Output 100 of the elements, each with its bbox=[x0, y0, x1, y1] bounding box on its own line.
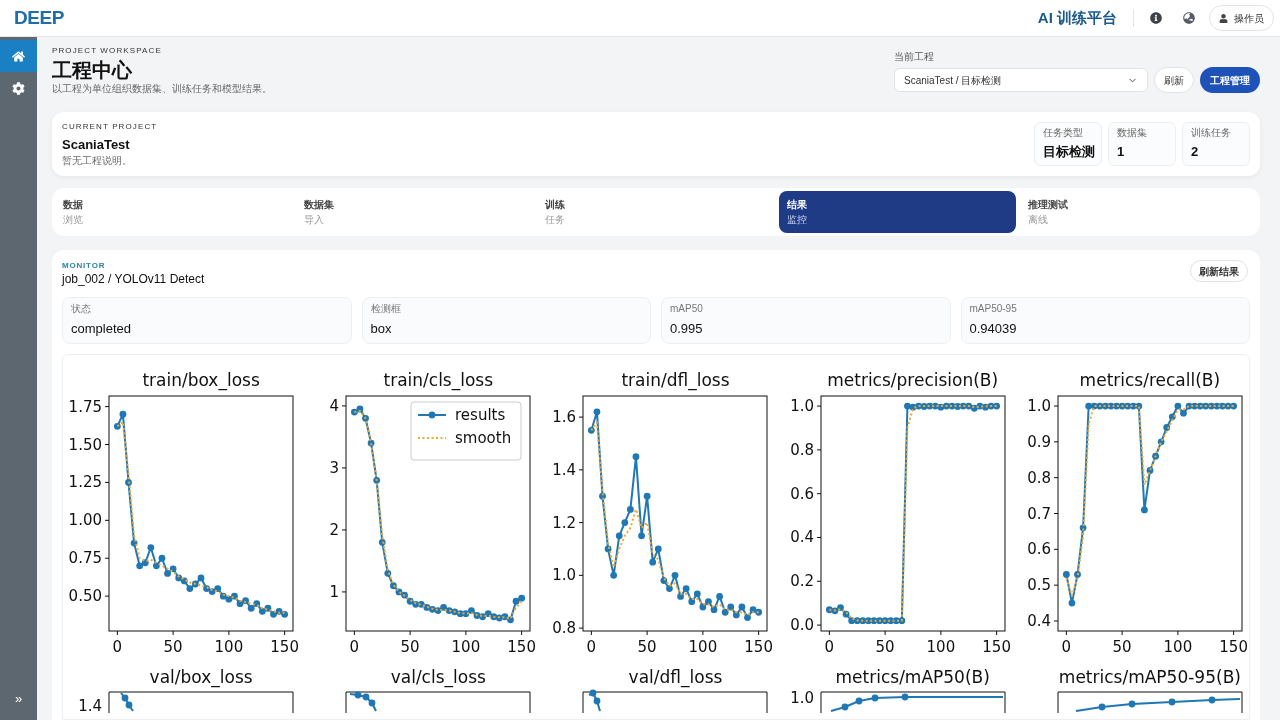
y-tick-label: 0.75 bbox=[68, 549, 102, 568]
y-tick-label: 1.0 bbox=[789, 397, 814, 416]
select-label: 当前工程 bbox=[894, 51, 935, 63]
plot-title: train/cls_loss bbox=[383, 369, 494, 391]
job-title: job_002 / YOLOv11 Detect bbox=[62, 271, 205, 288]
y-tick-label: 0.4 bbox=[789, 528, 814, 547]
y-tick-label: 1.0 bbox=[789, 689, 814, 707]
globe-icon[interactable] bbox=[1183, 12, 1195, 24]
metric-label: 检测框 bbox=[370, 303, 402, 315]
point bbox=[1062, 571, 1070, 578]
metric-value: box bbox=[370, 321, 393, 337]
y-tick-label: 0.4 bbox=[1026, 611, 1051, 630]
y-tick-label: 1.2 bbox=[552, 513, 577, 532]
point bbox=[258, 607, 266, 615]
y-tick-label: 0.50 bbox=[68, 587, 102, 606]
point bbox=[440, 604, 448, 611]
point bbox=[158, 554, 166, 562]
point bbox=[588, 426, 596, 434]
y-tick-label: 1 bbox=[329, 582, 340, 601]
point bbox=[683, 585, 690, 592]
card-eyebrow: CURRENT PROJECT bbox=[62, 121, 158, 133]
y-tick-label: 3 bbox=[329, 458, 340, 477]
app-logo[interactable]: DEEP bbox=[14, 3, 64, 33]
sidebar-item[interactable] bbox=[0, 40, 37, 72]
project-select[interactable]: ScaniaTest / 目标检测 bbox=[894, 68, 1148, 92]
plot-title: metrics/mAP50-95(B) bbox=[1058, 666, 1241, 688]
point bbox=[621, 519, 629, 526]
refresh-button[interactable]: 刷新 bbox=[1154, 67, 1194, 93]
x-tick-label: 50 bbox=[400, 638, 420, 656]
point bbox=[593, 408, 601, 416]
point bbox=[671, 571, 679, 579]
info-icon[interactable] bbox=[1150, 12, 1162, 24]
metric-value: completed bbox=[71, 321, 132, 337]
point bbox=[164, 569, 171, 577]
point bbox=[903, 402, 911, 410]
project-description: 暂无工程说明。 bbox=[62, 154, 133, 167]
point bbox=[694, 590, 702, 598]
plot-title: train/dfl_loss bbox=[621, 369, 730, 391]
y-tick-label: 1.4 bbox=[78, 697, 102, 713]
x-tick-label: 50 bbox=[637, 638, 658, 656]
point bbox=[716, 593, 724, 600]
point bbox=[610, 571, 618, 579]
stat-value: 1 bbox=[1117, 143, 1126, 161]
point bbox=[247, 604, 255, 612]
point bbox=[638, 532, 646, 540]
y-tick-label: 1.0 bbox=[552, 566, 577, 585]
x-tick-label: 100 bbox=[688, 638, 718, 656]
stat-label: 训练任务 bbox=[1191, 127, 1232, 139]
point bbox=[1085, 402, 1092, 410]
point bbox=[186, 585, 194, 592]
y-tick-label: 1.0 bbox=[1026, 397, 1051, 416]
x-tick-label: 0 bbox=[824, 638, 834, 656]
x-tick-label: 150 bbox=[1219, 638, 1248, 656]
x-tick-label: 150 bbox=[270, 638, 299, 656]
y-tick-label: 0.0 bbox=[789, 616, 814, 635]
project-manage-button[interactable]: 工程管理 bbox=[1200, 67, 1260, 93]
point bbox=[1179, 409, 1187, 417]
point bbox=[113, 422, 121, 430]
x-tick-label: 0 bbox=[1061, 638, 1071, 656]
point bbox=[655, 545, 663, 553]
plot-line-drawing bbox=[120, 692, 134, 712]
x-tick-label: 150 bbox=[507, 638, 537, 656]
metric-value: 0.94039 bbox=[969, 321, 1018, 337]
platform-title: AI 训练平台 bbox=[1037, 7, 1117, 28]
x-tick-label: 0 bbox=[349, 638, 360, 656]
point bbox=[649, 558, 657, 566]
x-tick-label: 0 bbox=[587, 638, 597, 656]
step-tab[interactable]: 结果 监控 bbox=[778, 191, 1016, 233]
point bbox=[616, 532, 624, 540]
point bbox=[632, 453, 640, 461]
legend-line-marker-icon bbox=[417, 411, 448, 419]
y-tick-label: 0.8 bbox=[552, 619, 577, 638]
point bbox=[1068, 599, 1076, 607]
point bbox=[214, 585, 222, 592]
home-icon bbox=[12, 49, 25, 63]
point bbox=[727, 603, 735, 611]
plot-title: val/box_loss bbox=[149, 666, 253, 688]
metric-label: mAP50-95 bbox=[969, 303, 1018, 315]
panel-eyebrow: MONITOR bbox=[62, 260, 107, 271]
plot-line-drawing bbox=[349, 691, 378, 712]
point bbox=[722, 608, 729, 616]
y-tick-label: 0.2 bbox=[789, 572, 814, 591]
point bbox=[119, 410, 127, 418]
metric-value: 0.995 bbox=[670, 321, 704, 337]
page-subtitle: 以工程为单位组织数据集、训练任务和模型结果。 bbox=[52, 83, 272, 95]
y-tick-label: 1.6 bbox=[552, 408, 577, 427]
point bbox=[512, 597, 520, 605]
x-tick-label: 100 bbox=[214, 638, 244, 656]
point bbox=[666, 585, 674, 592]
plot-title: val/dfl_loss bbox=[628, 666, 723, 688]
plot-line-drawing bbox=[588, 689, 602, 712]
y-tick-label: 1.00 bbox=[68, 511, 102, 530]
stat-value: 2 bbox=[1191, 143, 1200, 161]
refresh-results-button[interactable]: 刷新结果 bbox=[1190, 260, 1248, 282]
expand-sidebar-button[interactable]: » bbox=[10, 692, 27, 706]
user-button[interactable]: 操作员 bbox=[1209, 5, 1274, 31]
metric-label: 状态 bbox=[71, 303, 92, 315]
x-tick-label: 150 bbox=[981, 638, 1011, 656]
point bbox=[1174, 402, 1182, 410]
y-tick-label: 1.4 bbox=[552, 460, 577, 479]
